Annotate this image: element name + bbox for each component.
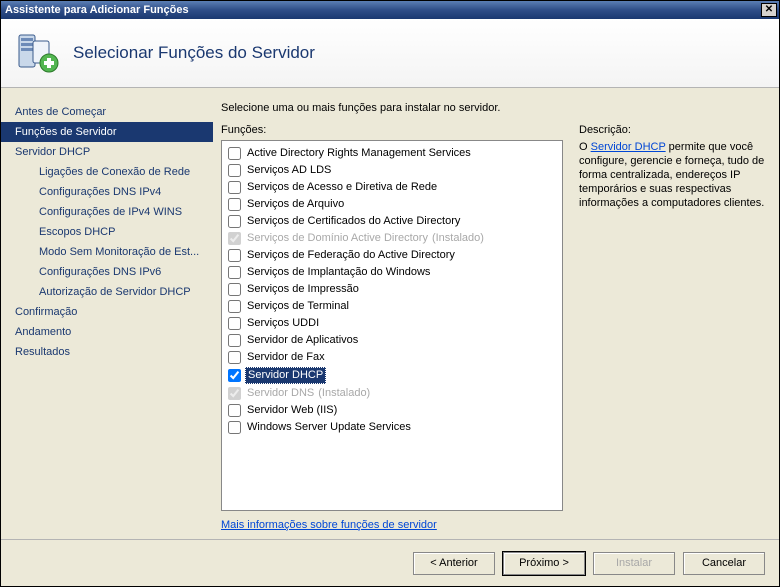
window-title: Assistente para Adicionar Funções: [5, 4, 761, 16]
role-label: Serviços de Domínio Active Directory: [247, 231, 428, 246]
role-row[interactable]: Serviços de Implantação do Windows: [224, 264, 560, 281]
back-button[interactable]: < Anterior: [413, 552, 495, 575]
role-checkbox[interactable]: [228, 249, 241, 262]
role-label: Serviços de Impressão: [247, 282, 359, 297]
role-row[interactable]: Serviços de Terminal: [224, 298, 560, 315]
sidebar-step[interactable]: Configurações de IPv4 WINS: [1, 202, 213, 222]
role-row[interactable]: Servidor DHCP: [224, 366, 560, 385]
content-columns: Funções: Active Directory Rights Managem…: [221, 124, 769, 539]
role-row[interactable]: Serviços de Arquivo: [224, 196, 560, 213]
sidebar-step[interactable]: Servidor DHCP: [1, 142, 213, 162]
more-info-link[interactable]: Mais informações sobre funções de servid…: [221, 519, 437, 531]
role-label: Serviços de Acesso e Diretiva de Rede: [247, 180, 437, 195]
sidebar-step[interactable]: Funções de Servidor: [1, 122, 213, 142]
role-label: Servidor DHCP: [245, 367, 326, 384]
role-label: Windows Server Update Services: [247, 420, 411, 435]
page-title: Selecionar Funções do Servidor: [73, 43, 315, 63]
role-row[interactable]: Servidor Web (IIS): [224, 402, 560, 419]
wizard-window: Assistente para Adicionar Funções ✕ Sele…: [0, 0, 780, 587]
role-row: Servidor DNS (Instalado): [224, 385, 560, 402]
role-checkbox[interactable]: [228, 198, 241, 211]
role-checkbox[interactable]: [228, 283, 241, 296]
roles-column: Funções: Active Directory Rights Managem…: [221, 124, 563, 539]
role-label: Serviços AD LDS: [247, 163, 331, 178]
role-label: Servidor de Fax: [247, 350, 325, 365]
role-row[interactable]: Serviços AD LDS: [224, 162, 560, 179]
role-checkbox[interactable]: [228, 369, 241, 382]
role-row[interactable]: Active Directory Rights Management Servi…: [224, 145, 560, 162]
role-checkbox[interactable]: [228, 300, 241, 313]
install-button: Instalar: [593, 552, 675, 575]
more-info-link-row: Mais informações sobre funções de servid…: [221, 519, 563, 531]
sidebar-step[interactable]: Configurações DNS IPv6: [1, 262, 213, 282]
role-label: Serviços UDDI: [247, 316, 319, 331]
role-checkbox[interactable]: [228, 215, 241, 228]
role-row[interactable]: Serviços de Federação do Active Director…: [224, 247, 560, 264]
wizard-content: Selecione uma ou mais funções para insta…: [213, 88, 779, 539]
wizard-footer: < Anterior Próximo > Instalar Cancelar: [1, 539, 779, 586]
role-checkbox[interactable]: [228, 266, 241, 279]
role-label: Servidor DNS: [247, 386, 314, 401]
role-row[interactable]: Windows Server Update Services: [224, 419, 560, 436]
close-icon: ✕: [765, 5, 773, 15]
description-column: Descrição: O Servidor DHCP permite que v…: [579, 124, 769, 539]
description-label: Descrição:: [579, 124, 769, 136]
close-button[interactable]: ✕: [761, 3, 777, 17]
role-checkbox[interactable]: [228, 421, 241, 434]
server-role-icon: [15, 31, 59, 75]
role-checkbox: [228, 387, 241, 400]
titlebar: Assistente para Adicionar Funções ✕: [1, 1, 779, 19]
instruction-text: Selecione uma ou mais funções para insta…: [221, 102, 769, 114]
role-label: Serviços de Terminal: [247, 299, 349, 314]
role-checkbox[interactable]: [228, 147, 241, 160]
wizard-body: Antes de ComeçarFunções de ServidorServi…: [1, 88, 779, 539]
roles-label: Funções:: [221, 124, 563, 136]
role-checkbox[interactable]: [228, 404, 241, 417]
role-row[interactable]: Servidor de Fax: [224, 349, 560, 366]
role-checkbox[interactable]: [228, 164, 241, 177]
role-label: Serviços de Arquivo: [247, 197, 344, 212]
role-label: Serviços de Implantação do Windows: [247, 265, 430, 280]
role-label: Servidor de Aplicativos: [247, 333, 358, 348]
desc-prefix: O: [579, 141, 591, 153]
next-button[interactable]: Próximo >: [503, 552, 585, 575]
role-label: Servidor Web (IIS): [247, 403, 337, 418]
role-checkbox[interactable]: [228, 351, 241, 364]
role-row[interactable]: Serviços de Impressão: [224, 281, 560, 298]
wizard-header: Selecionar Funções do Servidor: [1, 19, 779, 88]
role-label: Serviços de Certificados do Active Direc…: [247, 214, 460, 229]
cancel-button[interactable]: Cancelar: [683, 552, 765, 575]
role-row: Serviços de Domínio Active Directory (In…: [224, 230, 560, 247]
role-row[interactable]: Serviços de Acesso e Diretiva de Rede: [224, 179, 560, 196]
desc-link[interactable]: Servidor DHCP: [591, 141, 666, 153]
installed-suffix: (Instalado): [432, 231, 484, 246]
role-label: Serviços de Federação do Active Director…: [247, 248, 455, 263]
sidebar-step[interactable]: Andamento: [1, 322, 213, 342]
role-row[interactable]: Serviços UDDI: [224, 315, 560, 332]
sidebar-step[interactable]: Escopos DHCP: [1, 222, 213, 242]
installed-suffix: (Instalado): [318, 386, 370, 401]
roles-listbox[interactable]: Active Directory Rights Management Servi…: [221, 140, 563, 511]
sidebar-step[interactable]: Resultados: [1, 342, 213, 362]
sidebar-step[interactable]: Confirmação: [1, 302, 213, 322]
role-label: Active Directory Rights Management Servi…: [247, 146, 471, 161]
wizard-steps-sidebar: Antes de ComeçarFunções de ServidorServi…: [1, 88, 213, 539]
role-row[interactable]: Serviços de Certificados do Active Direc…: [224, 213, 560, 230]
description-text: O Servidor DHCP permite que você configu…: [579, 140, 769, 210]
sidebar-step[interactable]: Antes de Começar: [1, 102, 213, 122]
role-row[interactable]: Servidor de Aplicativos: [224, 332, 560, 349]
role-checkbox[interactable]: [228, 334, 241, 347]
role-checkbox: [228, 232, 241, 245]
sidebar-step[interactable]: Autorização de Servidor DHCP: [1, 282, 213, 302]
role-checkbox[interactable]: [228, 317, 241, 330]
sidebar-step[interactable]: Modo Sem Monitoração de Est...: [1, 242, 213, 262]
sidebar-step[interactable]: Ligações de Conexão de Rede: [1, 162, 213, 182]
sidebar-step[interactable]: Configurações DNS IPv4: [1, 182, 213, 202]
role-checkbox[interactable]: [228, 181, 241, 194]
